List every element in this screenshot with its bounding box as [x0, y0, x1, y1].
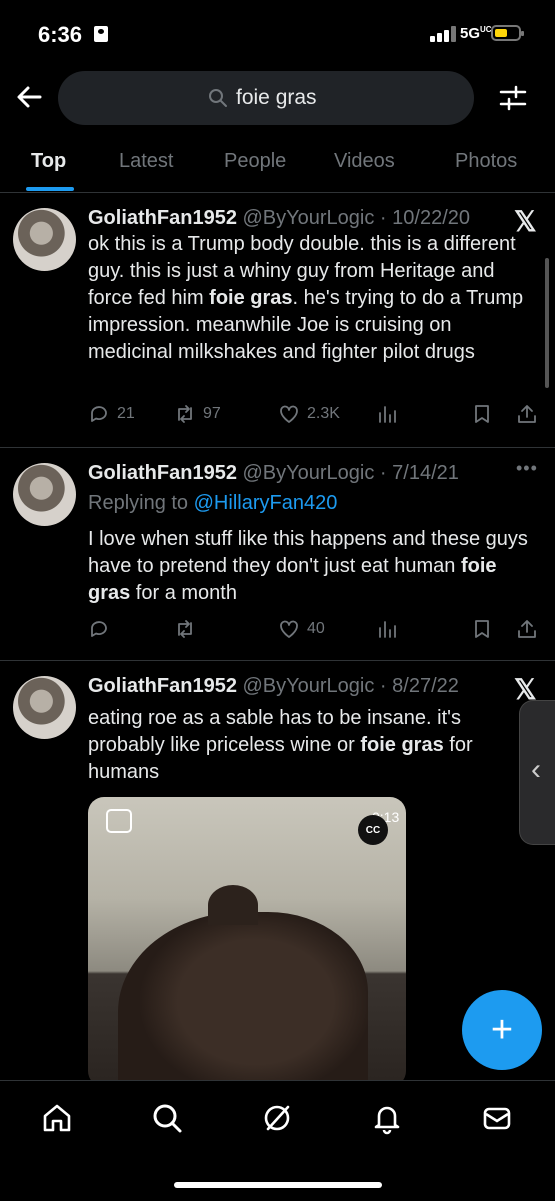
avatar[interactable] — [13, 463, 76, 526]
network-label: 5GUC — [460, 25, 492, 42]
bookmark-icon — [475, 620, 489, 638]
reply-button[interactable]: 21 — [88, 403, 135, 425]
views-button[interactable] — [376, 618, 405, 640]
author-name[interactable]: GoliathFan1952 — [88, 675, 237, 697]
reply-icon — [91, 621, 107, 637]
tweet-date: 7/14/21 — [392, 462, 459, 484]
notifications-bell-icon[interactable] — [370, 1101, 404, 1135]
replying-to: Replying to @HillaryFan420 — [88, 492, 338, 514]
bookmark-button[interactable] — [471, 403, 500, 425]
status-bar: 6:36 5GUC — [0, 0, 555, 60]
avatar[interactable] — [13, 676, 76, 739]
author-handle[interactable]: @ByYourLogic — [243, 675, 375, 697]
more-options-icon[interactable]: ••• — [516, 458, 538, 479]
retweet-button[interactable] — [174, 618, 203, 640]
author-name[interactable]: GoliathFan1952 — [88, 207, 237, 229]
author-name[interactable]: GoliathFan1952 — [88, 462, 237, 484]
tab-latest[interactable]: Latest — [119, 150, 173, 173]
tweet-date: 8/27/22 — [392, 675, 459, 697]
tweet-actions: 40 — [88, 618, 543, 644]
tweet-header: GoliathFan1952 @ByYourLogic · 10/22/20 — [88, 207, 471, 229]
views-icon — [379, 406, 396, 423]
battery-icon — [491, 25, 524, 41]
back-arrow-icon[interactable] — [14, 82, 44, 112]
signal-icon — [430, 26, 456, 42]
like-button[interactable]: 2.3K — [278, 403, 340, 425]
tweet-text: eating roe as a sable has to be insane. … — [88, 707, 473, 783]
tweet[interactable]: GoliathFan1952 @ByYourLogic · 7/14/21 ••… — [0, 448, 555, 661]
active-tab-indicator — [26, 187, 74, 191]
id-badge-icon — [94, 26, 108, 42]
compose-button[interactable]: + — [462, 990, 542, 1070]
heart-icon — [280, 620, 298, 638]
search-icon[interactable] — [150, 1101, 184, 1135]
tab-people[interactable]: People — [224, 150, 286, 173]
tweet-text: I love when stuff like this happens and … — [88, 528, 528, 604]
search-query: foie gras — [236, 86, 317, 109]
tweet-header: GoliathFan1952 @ByYourLogic · 7/14/21 — [88, 462, 459, 484]
tweet-actions: 21 97 2.3K — [88, 403, 543, 429]
share-icon — [518, 405, 536, 423]
tweet-date: 10/22/20 — [392, 207, 471, 229]
tweet[interactable]: GoliathFan1952 @ByYourLogic · 10/22/20 𝕏… — [0, 193, 555, 448]
tab-photos[interactable]: Photos — [455, 150, 517, 173]
search-icon — [209, 89, 227, 107]
grok-icon[interactable] — [260, 1101, 294, 1135]
scrollbar[interactable] — [545, 258, 549, 388]
bookmark-button[interactable] — [471, 618, 500, 640]
share-button[interactable] — [516, 403, 545, 425]
heart-icon — [280, 405, 298, 423]
chevron-left-icon: ‹ — [531, 753, 541, 786]
reply-mention-link[interactable]: @HillaryFan420 — [194, 492, 338, 514]
tab-videos[interactable]: Videos — [334, 150, 395, 173]
retweet-icon — [178, 620, 192, 638]
filter-settings-icon[interactable] — [498, 83, 528, 113]
sable-image — [118, 912, 368, 1087]
share-icon — [518, 620, 536, 638]
video-reel-icon — [106, 809, 132, 833]
retweet-button[interactable]: 97 — [174, 403, 221, 425]
views-icon — [379, 621, 396, 638]
messages-mail-icon[interactable] — [480, 1101, 514, 1135]
home-icon[interactable] — [40, 1101, 74, 1135]
tab-top[interactable]: Top — [31, 150, 66, 173]
status-time: 6:36 — [38, 22, 83, 47]
captions-icon[interactable]: CC — [358, 815, 388, 845]
share-button[interactable] — [516, 618, 545, 640]
reply-button[interactable] — [88, 618, 117, 640]
home-indicator[interactable] — [174, 1182, 382, 1188]
like-button[interactable]: 40 — [278, 618, 325, 640]
side-panel-handle[interactable]: ‹ — [519, 700, 555, 845]
bookmark-icon — [475, 405, 489, 423]
views-button[interactable] — [376, 403, 405, 425]
tweet-text: ok this is a Trump body double. this is … — [88, 233, 524, 363]
video-thumbnail[interactable]: 0:13 CC — [88, 797, 406, 1087]
avatar[interactable] — [13, 208, 76, 271]
search-header: foie gras — [0, 68, 555, 130]
tweet-header: GoliathFan1952 @ByYourLogic · 8/27/22 — [88, 675, 459, 697]
search-input[interactable]: foie gras — [58, 71, 474, 125]
retweet-icon — [178, 405, 192, 423]
author-handle[interactable]: @ByYourLogic — [243, 462, 375, 484]
search-tabs: Top Latest People Videos Photos — [0, 130, 555, 193]
author-handle[interactable]: @ByYourLogic — [243, 207, 375, 229]
reply-icon — [91, 406, 107, 422]
